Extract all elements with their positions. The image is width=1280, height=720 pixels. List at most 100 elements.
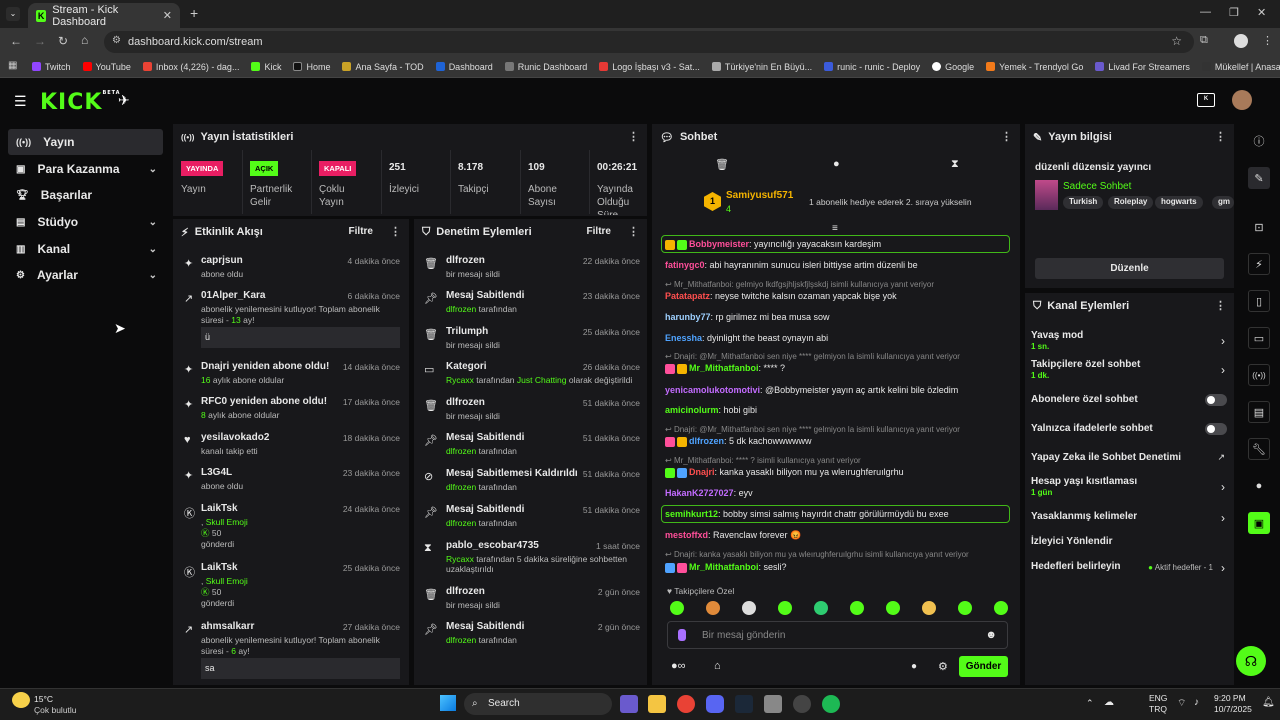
- edit-stream-button[interactable]: Düzenle: [1035, 258, 1224, 279]
- activity-item[interactable]: ✦ L3G4L 23 dakika önce abone oldu: [181, 467, 400, 501]
- chat-bubble-icon[interactable]: ●: [833, 158, 840, 170]
- emote-icon[interactable]: [814, 601, 828, 615]
- clock-time[interactable]: 9:20 PM: [1214, 693, 1246, 703]
- chat-message[interactable]: dlfrozen: 5 dk kachowwwwww: [665, 436, 812, 447]
- bookmark-livad[interactable]: Livad For Streamers: [1095, 62, 1190, 72]
- profile-icon[interactable]: [1234, 34, 1248, 48]
- toggle-switch[interactable]: [1205, 394, 1227, 406]
- language-indicator[interactable]: ENG: [1149, 693, 1167, 703]
- stream-tag[interactable]: gm: [1212, 196, 1234, 209]
- chat-message[interactable]: Bobbymeister: yayıncılığı yayacaksın kar…: [665, 239, 881, 250]
- chat-username[interactable]: Patatapatz: [665, 291, 710, 301]
- emote-icon[interactable]: [958, 601, 972, 615]
- bookmark-logo-isbasi[interactable]: Logo İşbaşı v3 - Sat...: [599, 62, 700, 72]
- stats-menu-icon[interactable]: ⋮: [628, 130, 639, 143]
- kicks-icon[interactable]: ●∞: [671, 660, 686, 672]
- moderation-item[interactable]: 🗑︎ dlfrozen 2 gün önce bir mesajı sildi: [422, 586, 640, 620]
- bookmark-twitch[interactable]: Twitch: [32, 62, 71, 72]
- bookmark-runic-dashboard[interactable]: Runic Dashboard: [504, 62, 587, 72]
- apps-grid-icon[interactable]: ▦: [8, 60, 17, 71]
- moderation-filter-button[interactable]: Filtre: [587, 226, 611, 237]
- moderation-item[interactable]: 📌︎ Mesaj Sabitlendi 2 gün önce dlfrozen tar…: [422, 621, 640, 655]
- info-icon[interactable]: ⓘ: [1248, 130, 1270, 152]
- chat-message[interactable]: harunby77: rp girilmez mi bea musa sow: [665, 312, 830, 322]
- bookmark-dashboard[interactable]: Dashboard: [435, 62, 493, 72]
- bookmark-star-icon[interactable]: ☆: [1171, 34, 1182, 48]
- document-icon[interactable]: ▯: [1248, 290, 1270, 312]
- emote-icon[interactable]: [670, 601, 684, 615]
- bookmark-mukellef[interactable]: Mükellef | Anasayfa...: [1201, 62, 1280, 72]
- activity-item[interactable]: Ⓚ LaikTsk 24 dakika önce , Skull Emoji Ⓚ 50 g…: [181, 503, 400, 549]
- sidebar-item-studyo[interactable]: ▤ Stüdyo ⌄: [8, 209, 163, 235]
- chat-username[interactable]: HakanK2727027: [665, 488, 734, 498]
- chat-input[interactable]: Bir mesaj gönderin ☻: [667, 621, 1008, 649]
- emote-icon[interactable]: [886, 601, 900, 615]
- steam-icon[interactable]: [735, 695, 753, 713]
- restore-icon[interactable]: ❐: [1229, 6, 1239, 19]
- chat-message[interactable]: fatinygc0: abi hayranınim sunucu isleri …: [665, 260, 918, 270]
- moderation-item[interactable]: 📌︎ Mesaj Sabitlendi 23 dakika önce dlfrozen…: [422, 290, 640, 324]
- moderation-menu-icon[interactable]: ⋮: [628, 225, 639, 238]
- moderation-item[interactable]: ⧗ pablo_escobar4735 1 saat önce Rycaxx tara…: [422, 540, 640, 574]
- chat-message[interactable]: amicinolurm: hobi gibi: [665, 405, 757, 415]
- file-explorer-icon[interactable]: [648, 695, 666, 713]
- emote-icon[interactable]: [778, 601, 792, 615]
- edit-icon[interactable]: ✎: [1248, 167, 1270, 189]
- activity-item[interactable]: ✦ caprjsun 4 dakika önce abone oldu: [181, 255, 400, 289]
- chat-message[interactable]: mestoffxd: Ravenclaw forever 😡: [665, 530, 801, 541]
- bookmark-google[interactable]: Google: [932, 62, 974, 72]
- emote-icon[interactable]: [850, 601, 864, 615]
- chat-username[interactable]: dlfrozen: [689, 436, 724, 446]
- chat-username[interactable]: Mr_Mithatfanboi: [689, 562, 759, 572]
- chat-username[interactable]: semihkurt12: [665, 509, 718, 519]
- chat-message[interactable]: Mr_Mithatfanboi: sesli?: [665, 562, 787, 573]
- chat-username[interactable]: yenicamolukotomotivi: [665, 385, 760, 395]
- browser-menu-icon[interactable]: ⋮: [1262, 34, 1273, 47]
- moderation-item[interactable]: 🗑︎ Trilumph 25 dakika önce bir mesajı sildi: [422, 326, 640, 360]
- url-field[interactable]: ⚙ dashboard.kick.com/stream ☆: [104, 31, 1194, 53]
- screen-capture-icon[interactable]: ⊡: [1248, 216, 1270, 238]
- chat-username[interactable]: harunby77: [665, 312, 711, 322]
- channel-action-row[interactable]: Abonelere özel sohbet: [1031, 394, 1227, 416]
- emote-icon[interactable]: [922, 601, 936, 615]
- sidebar-item-kanal[interactable]: ▥ Kanal ⌄: [8, 236, 163, 262]
- stream-info-menu-icon[interactable]: ⋮: [1215, 130, 1226, 143]
- channel-action-row[interactable]: Takipçilere özel sohbet 1 dk. ›: [1031, 359, 1227, 381]
- channel-actions-menu-icon[interactable]: ⋮: [1215, 299, 1226, 312]
- chat-username[interactable]: Dnajri: [689, 467, 715, 477]
- chat-username[interactable]: fatinygc0: [665, 260, 705, 270]
- kick-logo[interactable]: KICKBETA: [40, 90, 121, 115]
- layout-icon[interactable]: ▤: [1248, 401, 1270, 423]
- tray-chevron-icon[interactable]: ⌃: [1086, 698, 1094, 709]
- chat-settings-icon[interactable]: ⚙: [938, 660, 948, 673]
- chat-message[interactable]: Dnajri: kanka yasaklı biliyon mu ya wleı…: [665, 467, 904, 478]
- activity-menu-icon[interactable]: ⋮: [390, 225, 401, 238]
- weather-icon[interactable]: [12, 692, 30, 708]
- close-window-icon[interactable]: ✕: [1257, 6, 1266, 19]
- forward-icon[interactable]: →: [34, 34, 46, 48]
- chat-username[interactable]: Enessha: [665, 333, 702, 343]
- bookmark-youtube[interactable]: YouTube: [82, 62, 131, 72]
- channel-action-row[interactable]: Yasaklanmış kelimeler ›: [1031, 511, 1227, 533]
- browser-tab[interactable]: K Stream - Kick Dashboard ✕: [28, 3, 180, 28]
- activity-filter-button[interactable]: Filtre: [349, 226, 373, 237]
- kicks-icon[interactable]: ●: [1248, 475, 1270, 497]
- moderation-item[interactable]: ▭ Kategori 26 dakika önce Rycaxx tarafından…: [422, 361, 640, 395]
- obs-icon[interactable]: [793, 695, 811, 713]
- stream-tag[interactable]: Roleplay: [1108, 196, 1154, 209]
- spotify-icon[interactable]: [822, 695, 840, 713]
- back-icon[interactable]: ←: [10, 34, 22, 48]
- channel-action-row[interactable]: İzleyici Yönlendir: [1031, 536, 1227, 558]
- hourglass-icon[interactable]: ⧗: [951, 158, 959, 171]
- chat-username[interactable]: amicinolurm: [665, 405, 719, 415]
- sidebar-item-basarilar[interactable]: 🏆︎ Başarılar: [8, 182, 163, 208]
- taskbar-search[interactable]: ⌕ Search: [464, 693, 612, 715]
- activity-item[interactable]: ↗ ahmsalkarr 27 dakika önce abonelik yenile…: [181, 621, 400, 656]
- chat-username[interactable]: Bobbymeister: [689, 239, 749, 249]
- channel-action-row[interactable]: Yalnızca ifadelerle sohbet: [1031, 423, 1227, 445]
- moderation-item[interactable]: ⊘ Mesaj Sabitlemesi Kaldırıldı 51 dakika ö…: [422, 468, 640, 502]
- chrome-icon[interactable]: [677, 695, 695, 713]
- moderation-item[interactable]: 🗑︎ dlfrozen 22 dakika önce bir mesajı sildi: [422, 255, 640, 289]
- pin-toggle-icon[interactable]: ≡: [832, 223, 838, 234]
- sidebar-item-ayarlar[interactable]: ⚙ Ayarlar ⌄: [8, 262, 163, 288]
